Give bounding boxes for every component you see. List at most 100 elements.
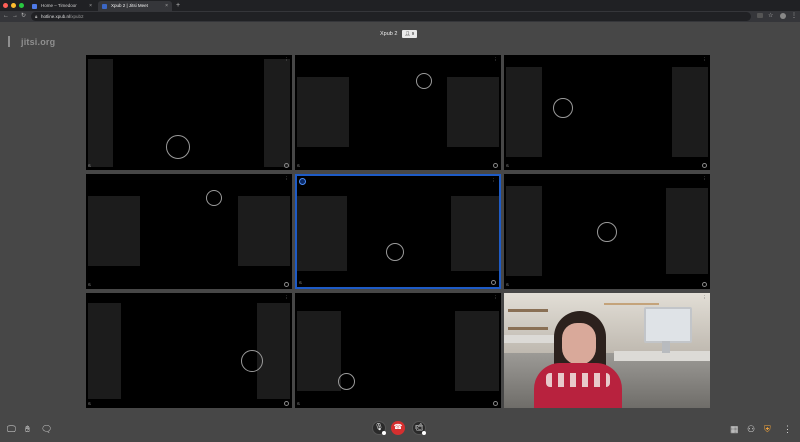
jitsi-logo-icon [8, 36, 19, 47]
placeholder-block [666, 188, 708, 274]
placeholder-block [506, 67, 542, 157]
placeholder-block [257, 303, 290, 399]
participant-name: S [88, 401, 91, 406]
connection-quality-icon[interactable] [491, 280, 496, 285]
placeholder-block [297, 311, 341, 391]
close-window-icon[interactable] [3, 3, 8, 8]
placeholder-block [447, 77, 499, 147]
participant-tile-active[interactable]: ⋮ S [295, 174, 501, 289]
tile-menu-icon[interactable]: ⋮ [494, 295, 499, 301]
tile-view-icon[interactable]: ▦ [730, 424, 739, 435]
close-tab-icon[interactable]: × [165, 1, 168, 11]
participant-tile[interactable]: ⋮ S [504, 55, 710, 170]
browser-toolbar: ← → ↻ 🔒︎ hotline.xpub.nl/xpub2 [0, 11, 800, 22]
tab-title: Xpub 2 | Jitsi Meet [111, 3, 148, 8]
placeholder-block [238, 196, 290, 266]
participant-name: S [297, 163, 300, 168]
tab-favicon-icon [102, 4, 107, 9]
address-bar[interactable]: 🔒︎ hotline.xpub.nl/xpub2 [31, 12, 751, 21]
camera-settings-icon[interactable] [422, 431, 426, 435]
profile-avatar-icon[interactable] [780, 13, 786, 19]
participant-name: S [506, 282, 509, 287]
microphone-icon: 🎙︎ [374, 424, 384, 431]
browser-menu-icon[interactable]: ⋮ [791, 11, 797, 19]
tile-menu-icon[interactable]: ⋮ [703, 176, 708, 182]
maximize-window-icon[interactable] [19, 3, 24, 8]
video-grid: ⋮ S ⋮ S ⋮ S ⋮ S ⋮ S ⋮ S ⋮ S ⋮ S ⋮ [86, 55, 710, 409]
participant-count-badge[interactable]: 👤︎ 9 [402, 30, 417, 38]
placeholder-block [88, 303, 121, 399]
placeholder-block [297, 77, 349, 147]
reload-icon[interactable]: ↻ [21, 11, 26, 22]
back-arrow-icon[interactable]: ← [3, 11, 9, 22]
security-shield-icon[interactable]: ⛨ [764, 424, 771, 435]
shelf-shape [508, 309, 548, 312]
participant-name: S [297, 401, 300, 406]
connection-quality-icon[interactable] [702, 282, 707, 287]
participant-tile[interactable]: ⋮ S [504, 174, 710, 289]
connection-quality-icon[interactable] [284, 282, 289, 287]
participant-tile[interactable]: ⋮ S [295, 55, 501, 170]
tile-menu-icon[interactable]: ⋮ [703, 295, 708, 301]
loading-ring [386, 243, 404, 261]
participant-name: S [88, 163, 91, 168]
tile-menu-icon[interactable]: ⋮ [285, 57, 290, 63]
raise-hand-icon[interactable]: ✋︎ [25, 424, 30, 435]
hangup-icon: ☎︎ [393, 424, 403, 431]
connection-quality-icon[interactable] [493, 163, 498, 168]
placeholder-block [88, 196, 140, 266]
dominant-speaker-icon [299, 178, 306, 185]
forward-arrow-icon[interactable]: → [12, 11, 18, 22]
loading-ring [416, 73, 432, 89]
participants-icon: 👤︎ [404, 31, 411, 36]
chat-icon[interactable]: 🗨︎ [41, 424, 52, 435]
tile-menu-icon[interactable]: ⋮ [492, 178, 497, 184]
lock-icon: 🔒︎ [35, 14, 38, 19]
person-face [562, 323, 596, 365]
local-camera-tile[interactable]: ⋮ [504, 293, 710, 408]
minimize-window-icon[interactable] [11, 3, 16, 8]
connection-quality-icon[interactable] [493, 401, 498, 406]
tab-title: Home – Timedoor [41, 3, 77, 8]
screen-share-icon[interactable]: 🖵︎ [7, 424, 16, 435]
participant-tile[interactable]: ⋮ S [86, 293, 292, 408]
new-tab-button[interactable]: + [176, 0, 180, 11]
placeholder-block [451, 196, 499, 271]
tile-menu-icon[interactable]: ⋮ [494, 57, 499, 63]
connection-quality-icon[interactable] [284, 401, 289, 406]
browser-tab-jitsi[interactable]: Xpub 2 | Jitsi Meet × [98, 1, 172, 11]
camera-icon: 📹︎ [414, 424, 424, 431]
bookmark-star-icon[interactable]: ☆ [768, 11, 774, 19]
hangup-button[interactable]: ☎︎ [391, 421, 405, 435]
participant-tile[interactable]: ⋮ S [295, 293, 501, 408]
participant-tile[interactable]: ⋮ S [86, 55, 292, 170]
more-options-icon[interactable]: ⋮ [783, 424, 792, 435]
participant-name: S [506, 163, 509, 168]
close-tab-icon[interactable]: × [89, 1, 92, 11]
placeholder-block [297, 196, 347, 271]
loading-ring [597, 222, 617, 242]
sweater-pattern [546, 373, 610, 387]
logo-text: jitsi.org [21, 37, 56, 47]
room-name: Xpub 2 [380, 31, 398, 37]
participant-name: S [88, 282, 91, 287]
jitsi-logo[interactable]: jitsi.org [8, 36, 55, 47]
connection-quality-icon[interactable] [284, 163, 289, 168]
connection-quality-icon[interactable] [702, 163, 707, 168]
invite-icon[interactable]: ⚇ [747, 424, 755, 435]
mic-settings-icon[interactable] [382, 431, 386, 435]
participant-tile[interactable]: ⋮ S [86, 174, 292, 289]
tile-menu-icon[interactable]: ⋮ [285, 176, 290, 182]
imac-shape [644, 307, 692, 343]
url-host: hotline.xpub.nl [41, 14, 71, 19]
browser-tab-home[interactable]: Home – Timedoor × [28, 1, 96, 11]
participant-name: S [299, 280, 302, 285]
tile-menu-icon[interactable]: ⋮ [703, 57, 708, 63]
tile-menu-icon[interactable]: ⋮ [285, 295, 290, 301]
placeholder-block [455, 311, 499, 391]
loading-ring [206, 190, 222, 206]
cast-icon[interactable] [757, 13, 763, 18]
participant-count: 9 [411, 31, 415, 36]
placeholder-block [88, 59, 113, 167]
loading-ring [166, 135, 190, 159]
